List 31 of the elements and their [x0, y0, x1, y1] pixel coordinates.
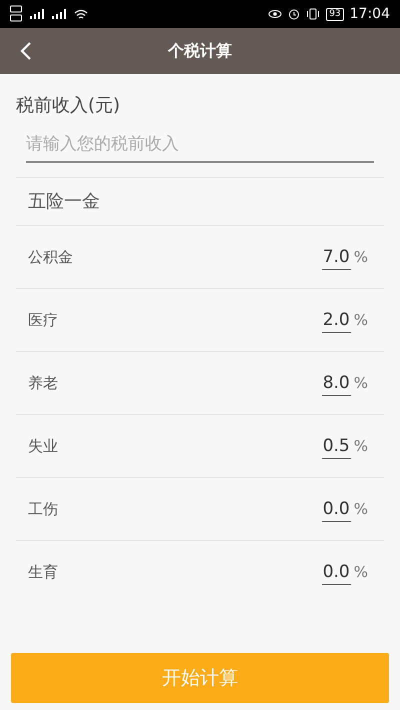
rate-label: 失业: [28, 436, 58, 457]
vibrate-icon: [306, 8, 320, 20]
clock-time: 17:04: [350, 4, 390, 24]
percent-sign: %: [354, 436, 368, 456]
page-title: 个税计算: [168, 40, 232, 62]
percent-sign: %: [354, 310, 368, 330]
rate-label: 工伤: [28, 498, 58, 520]
rate-field[interactable]: 7.0: [322, 244, 351, 270]
percent-sign: %: [354, 372, 368, 394]
battery-level: 93: [326, 8, 344, 20]
percent-sign: %: [354, 246, 368, 268]
eye-icon: [268, 9, 282, 19]
rate-label: 医疗: [28, 310, 58, 331]
rate-field[interactable]: 2.0: [322, 308, 351, 332]
signal-icon: [52, 9, 68, 19]
rate-field[interactable]: 0.0: [322, 496, 351, 522]
percent-sign: %: [354, 562, 368, 582]
back-icon: [20, 41, 32, 61]
rate-label: 养老: [28, 372, 58, 394]
section-title: 五险一金: [28, 190, 101, 214]
income-label: 税前收入(元): [16, 94, 122, 118]
rate-field[interactable]: 0.5: [322, 434, 351, 458]
income-field[interactable]: 请输入您的税前收入: [26, 127, 374, 163]
percent-sign: %: [354, 498, 368, 520]
wifi-icon: [74, 8, 88, 20]
rate-label: 生育: [28, 562, 58, 583]
rate-label: 公积金: [28, 246, 73, 268]
rate-field[interactable]: 0.0: [322, 560, 351, 584]
alarm-icon: [288, 8, 300, 20]
rate-field[interactable]: 8.0: [322, 370, 351, 396]
signal-icon: [30, 9, 46, 19]
